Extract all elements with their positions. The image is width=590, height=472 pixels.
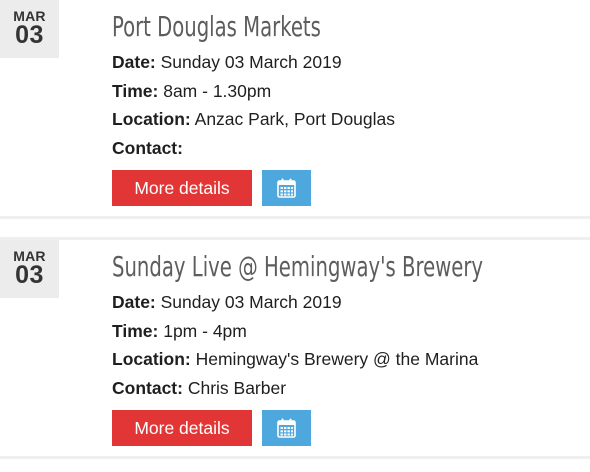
- event-details: Date: Sunday 03 March 2019 Time: 1pm - 4…: [112, 288, 478, 402]
- contact-value: Chris Barber: [182, 377, 287, 398]
- event-title[interactable]: Port Douglas Markets: [112, 9, 321, 45]
- location-label: Location:: [112, 109, 191, 129]
- more-details-button[interactable]: More details: [112, 170, 252, 206]
- date-value: Sunday 03 March 2019: [155, 292, 342, 312]
- date-label: Date:: [112, 52, 156, 72]
- event-day: 03: [15, 21, 44, 49]
- event-month: MAR: [13, 248, 46, 264]
- add-to-calendar-button[interactable]: [262, 170, 311, 206]
- event-date-row: Date: Sunday 03 March 2019: [112, 48, 395, 77]
- time-label: Time:: [112, 80, 159, 101]
- event-date-badge: MAR 03: [0, 240, 59, 298]
- more-details-button[interactable]: More details: [112, 410, 252, 446]
- time-label: Time:: [112, 320, 159, 341]
- add-to-calendar-button[interactable]: [262, 410, 311, 446]
- time-value: 8am - 1.30pm: [158, 80, 272, 101]
- event-time-row: Time: 8am - 1.30pm: [112, 77, 395, 106]
- location-value: Anzac Park, Port Douglas: [190, 109, 396, 129]
- contact-label: Contact:: [112, 137, 183, 158]
- calendar-icon: [277, 178, 296, 198]
- divider: [0, 216, 590, 219]
- divider: [0, 456, 590, 459]
- contact-label: Contact:: [112, 377, 183, 398]
- event-contact-row: Contact:: [112, 134, 395, 163]
- time-value: 1pm - 4pm: [158, 320, 247, 341]
- event-time-row: Time: 1pm - 4pm: [112, 317, 478, 346]
- event-day: 03: [15, 261, 44, 289]
- event-location-row: Location: Hemingway's Brewery @ the Mari…: [112, 345, 478, 374]
- event-list: MAR 03 Port Douglas Markets Date: Sunday…: [0, 0, 590, 472]
- calendar-icon: [277, 418, 296, 438]
- date-label: Date:: [112, 292, 156, 312]
- event-date-badge: MAR 03: [0, 0, 59, 58]
- event-date-row: Date: Sunday 03 March 2019: [112, 288, 478, 317]
- event-contact-row: Contact: Chris Barber: [112, 374, 478, 403]
- event-item: MAR 03 Sunday Live @ Hemingway's Brewery…: [0, 237, 590, 459]
- event-month: MAR: [13, 8, 46, 24]
- location-value: Hemingway's Brewery @ the Marina: [190, 349, 479, 369]
- event-details: Date: Sunday 03 March 2019 Time: 8am - 1…: [112, 48, 395, 162]
- location-label: Location:: [112, 349, 191, 369]
- event-title[interactable]: Sunday Live @ Hemingway's Brewery: [112, 249, 483, 285]
- date-value: Sunday 03 March 2019: [155, 52, 342, 72]
- event-item: MAR 03 Port Douglas Markets Date: Sunday…: [0, 0, 590, 219]
- event-location-row: Location: Anzac Park, Port Douglas: [112, 105, 395, 134]
- divider: [0, 237, 590, 240]
